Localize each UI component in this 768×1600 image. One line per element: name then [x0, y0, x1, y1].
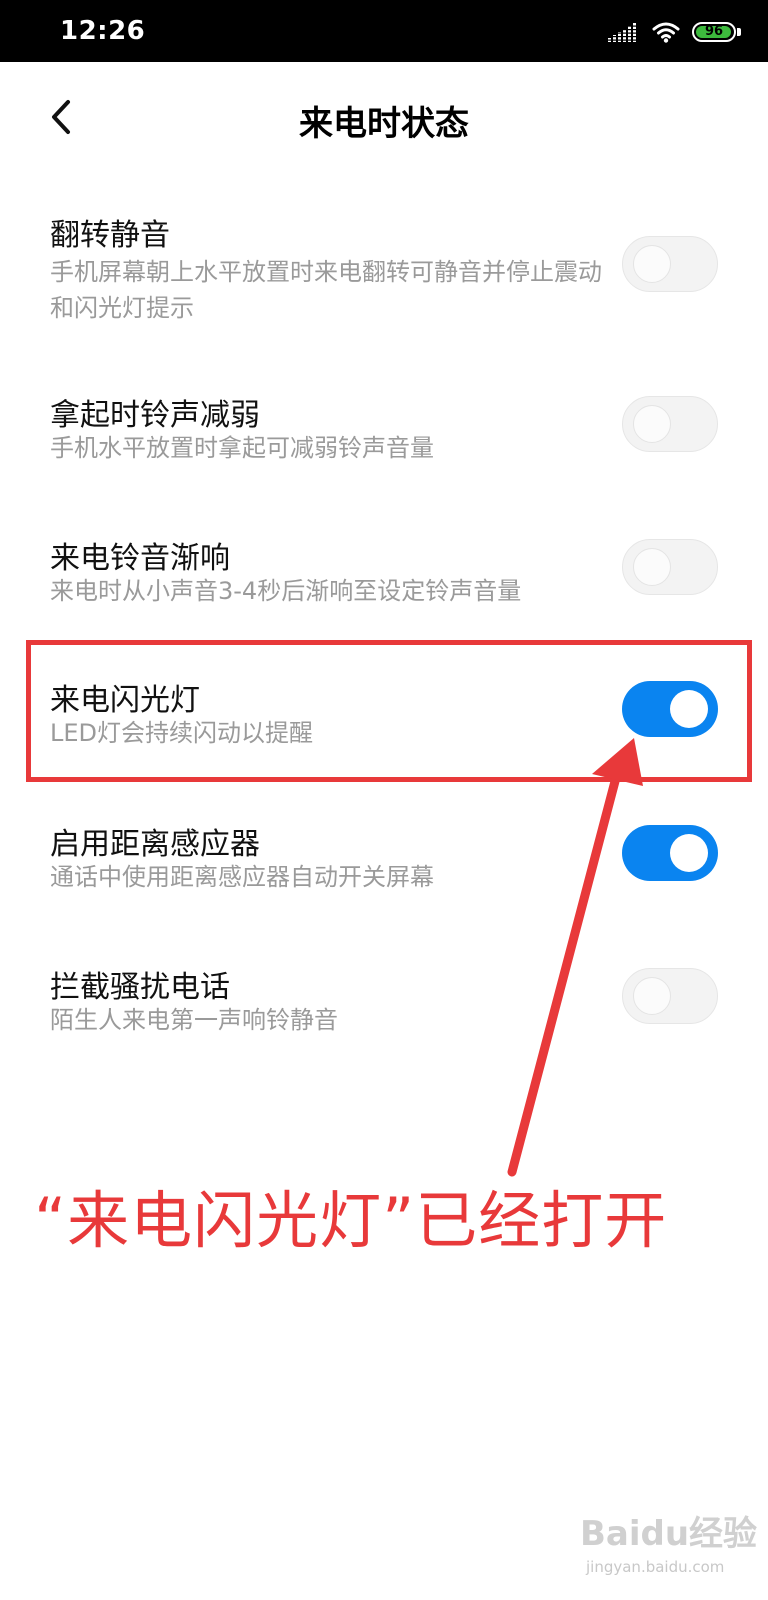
cellular-signal-icon [608, 23, 642, 42]
setting-title: 来电铃音渐响 [50, 541, 230, 576]
status-time: 12:26 [60, 16, 146, 46]
setting-title: 翻转静音 [50, 218, 170, 253]
toggle-knob [633, 405, 671, 443]
setting-description: 通话中使用距离感应器自动开关屏幕 [50, 863, 434, 891]
setting-row-flip-to-mute[interactable]: 翻转静音 手机屏幕朝上水平放置时来电翻转可静音并停止震动和闪光灯提示 [0, 210, 768, 322]
watermark-url: jingyan.baidu.com [586, 1558, 725, 1576]
status-bar: 12:26 96 [0, 0, 768, 62]
setting-row-block-harassment[interactable]: 拦截骚扰电话 陌生人来电第一声响铃静音 [0, 962, 768, 1042]
page-title: 来电时状态 [299, 104, 469, 144]
toggle-ringtone-fade-in[interactable] [622, 539, 718, 595]
toggle-knob [670, 834, 708, 872]
baidu-watermark: Baidu经验 jingyan.baidu.com [580, 1492, 760, 1588]
setting-title: 启用距离感应器 [50, 827, 260, 862]
setting-description: 手机水平放置时拿起可减弱铃声音量 [50, 434, 434, 462]
annotation-text: “来电闪光灯”已经打开 [34, 1184, 668, 1257]
setting-title: 来电闪光灯 [50, 683, 200, 718]
toggle-knob [670, 690, 708, 728]
toggle-block-harassment[interactable] [622, 968, 718, 1024]
toggle-flash-on-call[interactable] [622, 681, 718, 737]
toggle-flip-to-mute[interactable] [622, 236, 718, 292]
setting-title: 拦截骚扰电话 [50, 970, 230, 1005]
setting-description: 来电时从小声音3-4秒后渐响至设定铃声音量 [50, 577, 522, 605]
setting-row-flash-on-call[interactable]: 来电闪光灯 LED灯会持续闪动以提醒 [0, 675, 768, 755]
toggle-reduce-ringtone[interactable] [622, 396, 718, 452]
setting-description: 陌生人来电第一声响铃静音 [50, 1006, 338, 1034]
setting-description: 手机屏幕朝上水平放置时来电翻转可静音并停止震动和闪光灯提示 [50, 258, 602, 322]
wifi-icon [652, 22, 680, 43]
toggle-knob [633, 548, 671, 586]
setting-row-proximity-sensor[interactable]: 启用距离感应器 通话中使用距离感应器自动开关屏幕 [0, 819, 768, 899]
toggle-proximity-sensor[interactable] [622, 825, 718, 881]
setting-row-ringtone-fade-in[interactable]: 来电铃音渐响 来电时从小声音3-4秒后渐响至设定铃声音量 [0, 533, 768, 613]
watermark-logo: Baidu经验 [580, 1514, 758, 1554]
battery-icon: 96 [692, 22, 744, 44]
setting-description: LED灯会持续闪动以提醒 [50, 719, 314, 747]
battery-tip [737, 28, 741, 36]
settings-page: 12:26 96 来电时状态 翻转静音 手机屏幕朝上水平放置时来电翻转可静音并停… [0, 0, 768, 1600]
setting-row-reduce-ringtone[interactable]: 拿起时铃声减弱 手机水平放置时拿起可减弱铃声音量 [0, 390, 768, 470]
setting-title: 拿起时铃声减弱 [50, 398, 260, 433]
toggle-knob [633, 245, 671, 283]
toggle-knob [633, 977, 671, 1015]
battery-level: 96 [704, 24, 724, 39]
